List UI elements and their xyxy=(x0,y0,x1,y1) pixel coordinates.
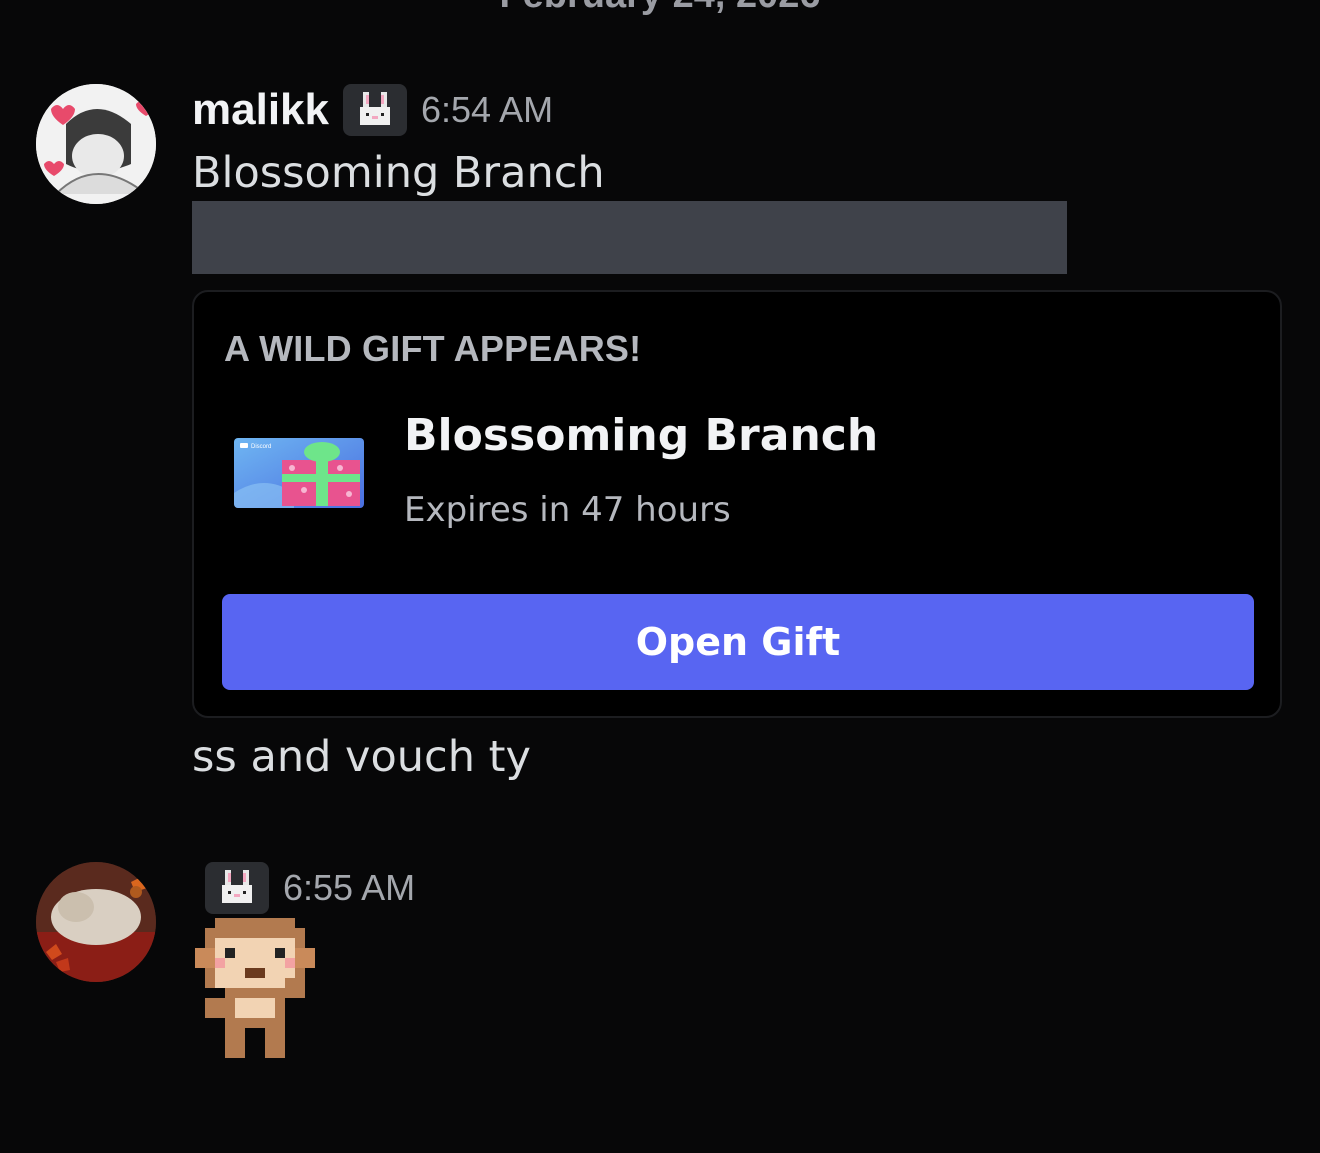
bunny-tag-badge[interactable] xyxy=(342,84,407,136)
bunny-icon xyxy=(359,92,390,125)
timestamp: 6:55 AM xyxy=(283,867,416,908)
user-avatar[interactable] xyxy=(36,862,156,982)
pixel-monkey-sticker[interactable] xyxy=(195,918,335,1063)
message-header: 6:55 AM xyxy=(205,858,415,918)
bunny-icon xyxy=(222,870,252,903)
redacted-content xyxy=(192,201,1067,274)
gift-embed: A WILD GIFT APPEARS! Discord Blossoming … xyxy=(192,290,1282,718)
date-divider: February 24, 2026 xyxy=(0,0,1320,17)
message-text: Blossoming Branch xyxy=(192,148,605,198)
gift-title: Blossoming Branch xyxy=(404,410,879,461)
timestamp: 6:54 AM xyxy=(420,89,554,130)
message-text: ss and vouch ty xyxy=(192,732,531,782)
gift-thumbnail: Discord xyxy=(234,438,364,508)
gift-thumb-brand: Discord xyxy=(251,444,271,450)
message-header: malikk 6:54 AM xyxy=(192,80,553,140)
gift-expiry: Expires in 47 hours xyxy=(404,490,731,530)
gift-heading: A WILD GIFT APPEARS! xyxy=(224,328,642,369)
open-gift-button[interactable]: Open Gift xyxy=(222,594,1254,690)
username[interactable]: malikk xyxy=(192,85,329,135)
bunny-tag-badge[interactable] xyxy=(205,862,269,914)
user-avatar-malikk[interactable] xyxy=(36,84,156,204)
chat-view: February 24, 2026 malikk xyxy=(0,0,1320,1153)
